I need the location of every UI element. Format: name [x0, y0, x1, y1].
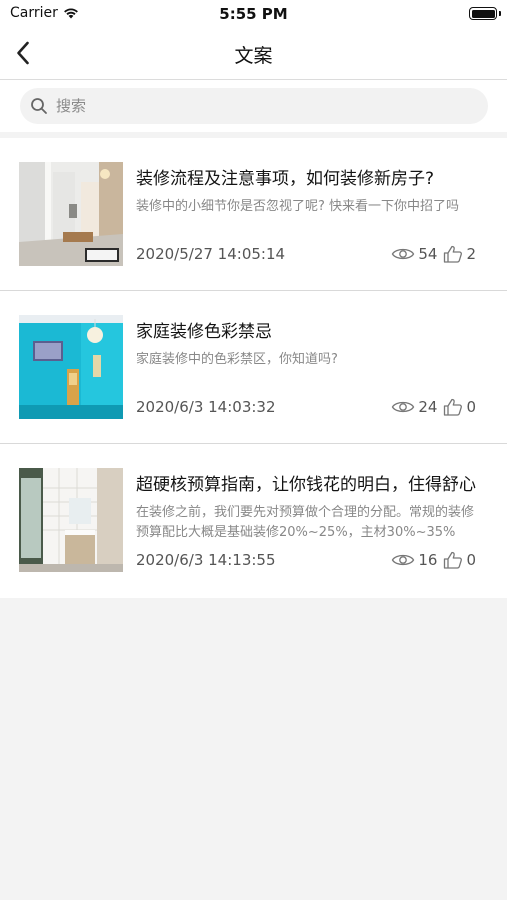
article-thumbnail	[19, 468, 123, 572]
article-meta: 2020/5/27 14:05:14 54 2	[136, 245, 476, 267]
article-title: 装修流程及注意事项，如何装修新房子?	[136, 169, 435, 189]
thumbs-up-icon	[444, 245, 463, 263]
view-count-value: 24	[418, 398, 438, 416]
article-thumbnail	[19, 315, 123, 419]
status-bar: Carrier 5:55 PM	[0, 0, 507, 28]
article-stats: 54 2	[391, 245, 476, 263]
like-count-value: 0	[466, 551, 476, 569]
search-box[interactable]	[20, 88, 488, 124]
like-count[interactable]: 2	[443, 245, 476, 263]
article-meta: 2020/6/3 14:03:32 24 0	[136, 398, 476, 420]
like-count-value: 2	[466, 245, 476, 263]
article-meta: 2020/6/3 14:13:55 16 0	[136, 551, 476, 573]
article-thumbnail	[19, 162, 123, 266]
article-date: 2020/6/3 14:03:32	[136, 398, 276, 416]
article-summary: 在装修之前，我们要先对预算做个合理的分配。常规的装修预算配比大概是基础装修20%…	[136, 505, 475, 540]
article-stats: 16 0	[391, 551, 476, 569]
like-count-value: 0	[466, 398, 476, 416]
article-date: 2020/6/3 14:13:55	[136, 551, 276, 569]
view-count: 54	[391, 245, 437, 263]
article-summary: 家庭装修中的色彩禁区，你知道吗?	[136, 352, 338, 367]
search-bar	[0, 80, 507, 132]
article-title: 家庭装修色彩禁忌	[136, 322, 272, 342]
thumbs-up-icon	[444, 398, 463, 416]
navigation-bar: 文案	[0, 28, 507, 80]
eye-icon	[392, 401, 415, 413]
like-count[interactable]: 0	[443, 551, 476, 569]
eye-icon	[392, 248, 415, 260]
article-stats: 24 0	[391, 398, 476, 416]
like-count[interactable]: 0	[443, 398, 476, 416]
article-summary: 装修中的小细节你是否忽视了呢? 快来看一下你中招了吗	[136, 199, 460, 214]
battery-icon	[469, 7, 501, 20]
view-count-value: 16	[418, 551, 438, 569]
page-title: 文案	[234, 45, 273, 67]
article-title: 超硬核预算指南，让你钱花的明白，住得舒心	[136, 475, 476, 495]
view-count-value: 54	[418, 245, 438, 263]
view-count: 16	[391, 551, 437, 569]
status-time: 5:55 PM	[219, 5, 288, 23]
view-count: 24	[391, 398, 437, 416]
thumbs-up-icon	[444, 551, 463, 569]
article-item[interactable]: 超硬核预算指南，让你钱花的明白，住得舒心 在装修之前，我们要先对预算做个合理的分…	[0, 444, 507, 598]
search-icon	[31, 98, 47, 114]
article-date: 2020/5/27 14:05:14	[136, 245, 286, 263]
search-input[interactable]	[56, 97, 456, 115]
article-item[interactable]: 家庭装修色彩禁忌 家庭装修中的色彩禁区，你知道吗? 2020/6/3 14:03…	[0, 291, 507, 444]
eye-icon	[392, 554, 415, 566]
article-item[interactable]: 装修流程及注意事项，如何装修新房子? 装修中的小细节你是否忽视了呢? 快来看一下…	[0, 138, 507, 291]
article-list: 装修流程及注意事项，如何装修新房子? 装修中的小细节你是否忽视了呢? 快来看一下…	[0, 138, 507, 598]
